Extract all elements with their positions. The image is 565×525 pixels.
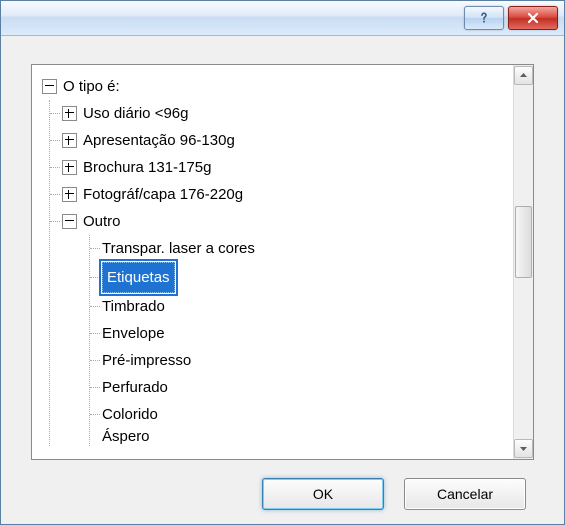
tree-item-outro[interactable]: Outro <box>62 208 509 235</box>
tree-container: O tipo é: Uso diário <96g Apresentação 9… <box>31 64 534 460</box>
tree-item-label: Pré-impresso <box>102 347 191 374</box>
tree-root-label: O tipo é: <box>63 73 120 100</box>
tree-item-label: Uso diário <96g <box>83 100 188 127</box>
tree-item-envelope[interactable]: Envelope <box>102 320 509 347</box>
scroll-down-button[interactable] <box>514 439 533 458</box>
close-button[interactable] <box>508 6 558 30</box>
expand-icon[interactable] <box>62 106 77 121</box>
tree-item-label: Outro <box>83 208 121 235</box>
tree-item-preimpresso[interactable]: Pré-impresso <box>102 347 509 374</box>
tree-item-label: Fotográf/capa 176-220g <box>83 181 243 208</box>
expand-icon[interactable] <box>62 160 77 175</box>
titlebar <box>1 1 564 36</box>
tree-item-label: Apresentação 96-130g <box>83 127 235 154</box>
tree-item-label: Transpar. laser a cores <box>102 235 255 262</box>
tree-item-uso-diario[interactable]: Uso diário <96g <box>62 100 509 127</box>
ok-button[interactable]: OK <box>262 478 384 510</box>
tree-children-level2: Transpar. laser a cores Etiquetas Timbra… <box>89 235 509 446</box>
tree-item-label: Envelope <box>102 320 165 347</box>
cancel-button-label: Cancelar <box>437 486 493 502</box>
scroll-track[interactable] <box>515 86 532 438</box>
tree-item-colorido[interactable]: Colorido <box>102 401 509 428</box>
scroll-up-button[interactable] <box>514 66 533 85</box>
tree-item-aspero[interactable]: Áspero <box>102 428 509 446</box>
tree-item-label: Áspero <box>102 430 150 444</box>
tree-item-transpar[interactable]: Transpar. laser a cores <box>102 235 509 262</box>
tree-item-perfurado[interactable]: Perfurado <box>102 374 509 401</box>
tree-item-timbrado[interactable]: Timbrado <box>102 293 509 320</box>
tree-item-etiquetas[interactable]: Etiquetas <box>102 262 509 293</box>
expand-icon[interactable] <box>62 187 77 202</box>
vertical-scrollbar[interactable] <box>513 65 533 459</box>
tree-root[interactable]: O tipo é: <box>42 73 509 100</box>
expand-icon[interactable] <box>62 133 77 148</box>
tree-item-label: Perfurado <box>102 374 168 401</box>
dialog-buttons: OK Cancelar <box>31 460 534 510</box>
tree-item-label-selected: Etiquetas <box>102 262 175 293</box>
ok-button-label: OK <box>313 486 333 502</box>
collapse-icon[interactable] <box>62 214 77 229</box>
collapse-icon[interactable] <box>42 79 57 94</box>
tree-item-fotograf[interactable]: Fotográf/capa 176-220g <box>62 181 509 208</box>
tree-view[interactable]: O tipo é: Uso diário <96g Apresentação 9… <box>32 65 513 459</box>
client-area: O tipo é: Uso diário <96g Apresentação 9… <box>1 36 564 524</box>
help-button[interactable] <box>464 6 504 30</box>
scroll-thumb[interactable] <box>515 206 532 278</box>
tree-item-apresentacao[interactable]: Apresentação 96-130g <box>62 127 509 154</box>
tree-item-label: Timbrado <box>102 293 165 320</box>
tree-item-label: Brochura 131-175g <box>83 154 211 181</box>
tree-item-label: Colorido <box>102 401 158 428</box>
tree-item-brochura[interactable]: Brochura 131-175g <box>62 154 509 181</box>
cancel-button[interactable]: Cancelar <box>404 478 526 510</box>
dialog-window: O tipo é: Uso diário <96g Apresentação 9… <box>0 0 565 525</box>
tree-children-level1: Uso diário <96g Apresentação 96-130g Bro… <box>49 100 509 446</box>
